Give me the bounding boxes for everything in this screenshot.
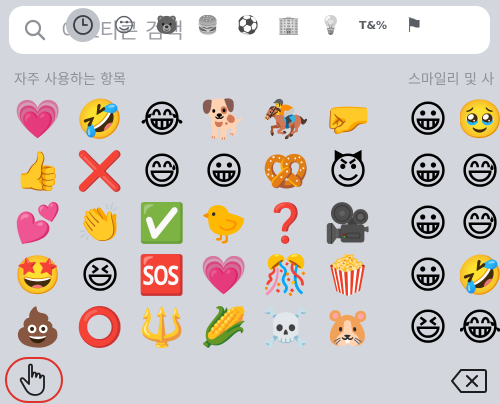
emoji-key[interactable]: 💕	[8, 197, 68, 249]
emoji-key[interactable]: 🐹	[318, 301, 378, 353]
emoji-key[interactable]: 😅	[132, 145, 192, 197]
emoji-key[interactable]: ❓	[256, 197, 316, 249]
flag-icon: ⚑	[405, 13, 423, 37]
soccer-ball-icon: ⚽	[236, 14, 260, 36]
category-flags[interactable]: ⚑	[397, 8, 431, 42]
backspace-icon	[451, 369, 487, 393]
building-icon: 🏢	[277, 14, 301, 36]
delete-button[interactable]	[450, 368, 488, 394]
emoji-key[interactable]: 😅	[460, 145, 500, 197]
category-symbols[interactable]: T&%	[356, 8, 390, 42]
emoji-key[interactable]: 🤛	[318, 93, 378, 145]
emoji-key[interactable]: 👍	[8, 145, 68, 197]
emoji-key[interactable]: 😂	[460, 301, 500, 353]
emoji-key[interactable]: 👏	[70, 197, 130, 249]
emoji-key[interactable]: 🤣	[70, 93, 130, 145]
category-objects[interactable]: 💡	[314, 8, 348, 42]
emoji-key[interactable]: 🎥	[318, 197, 378, 249]
emoji-key[interactable]: 😀	[398, 249, 458, 301]
emoji-key[interactable]: 😂	[132, 93, 192, 145]
emoji-key[interactable]: 🥹	[460, 93, 500, 145]
smiley-icon: ☺	[113, 13, 135, 37]
category-travel[interactable]: 🏢	[272, 8, 306, 42]
emoji-key[interactable]: 😈	[318, 145, 378, 197]
burger-icon: 🍔	[196, 14, 220, 36]
section-title-smileys: 스마일리 및 사	[408, 72, 495, 88]
category-food[interactable]: 🍔	[191, 8, 225, 42]
emoji-key[interactable]: 🍿	[318, 249, 378, 301]
emoji-key[interactable]: 😆	[70, 249, 130, 301]
emoji-key[interactable]: 🎊	[256, 249, 316, 301]
emoji-key[interactable]: ⭕	[70, 301, 130, 353]
emoji-key[interactable]: 🔱	[132, 301, 192, 353]
emoji-key[interactable]: 😀	[194, 145, 254, 197]
hand-gesture-button[interactable]	[5, 357, 63, 403]
emoji-key[interactable]: 🆘	[132, 249, 192, 301]
emoji-key[interactable]: 🤩	[8, 249, 68, 301]
emoji-key[interactable]: 💩	[8, 301, 68, 353]
bear-icon: 🐻	[155, 14, 179, 36]
hand-pointer-icon	[19, 363, 45, 396]
emoji-key[interactable]: 💗	[8, 93, 68, 145]
emoji-key[interactable]: 😀	[398, 93, 458, 145]
emoji-key[interactable]: 😅	[460, 197, 500, 249]
emoji-key[interactable]: 😀	[398, 145, 458, 197]
emoji-key[interactable]: 😆	[398, 301, 458, 353]
symbols-icon: T&%	[358, 18, 388, 32]
emoji-key[interactable]: 🐤	[194, 197, 254, 249]
search-icon	[24, 19, 46, 41]
category-animals[interactable]: 🐻	[150, 8, 184, 42]
emoji-key[interactable]: ☠️	[256, 301, 316, 353]
section-title-frequently-used: 자주 사용하는 항목	[14, 72, 126, 88]
emoji-key[interactable]: ✅	[132, 197, 192, 249]
emoji-key[interactable]: 🌽	[194, 301, 254, 353]
category-recent[interactable]	[66, 8, 100, 42]
category-activity[interactable]: ⚽	[231, 8, 265, 42]
category-smileys[interactable]: ☺	[107, 8, 141, 42]
emoji-key[interactable]: 😀	[398, 197, 458, 249]
emoji-key[interactable]: 🤣	[460, 249, 500, 301]
emoji-key[interactable]: 🏇	[256, 93, 316, 145]
emoji-key[interactable]: ❌	[70, 145, 130, 197]
lightbulb-icon: 💡	[319, 14, 343, 36]
emoji-key[interactable]: 🐕	[194, 93, 254, 145]
emoji-key[interactable]: 🥨	[256, 145, 316, 197]
clock-icon	[73, 15, 93, 35]
emoji-key[interactable]: 💗	[194, 249, 254, 301]
